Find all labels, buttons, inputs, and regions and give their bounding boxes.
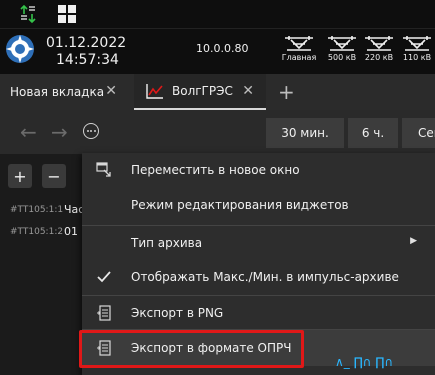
move-window-icon xyxy=(96,162,111,177)
forward-button[interactable]: → xyxy=(51,120,68,144)
close-icon[interactable]: ✕ xyxy=(242,83,254,99)
breaker-label: 220 кВ xyxy=(364,53,394,62)
breaker-icon xyxy=(403,36,431,51)
menu-item-label: Отображать Макс./Мин. в импульс-архиве xyxy=(131,270,399,284)
submenu-arrow-icon: ▶ xyxy=(410,236,417,246)
breaker-icon xyxy=(285,36,313,51)
breaker-main[interactable]: Главная xyxy=(279,34,319,70)
breaker-label: Главная xyxy=(281,53,317,62)
tab-label: ВолгГРЭС xyxy=(172,84,233,98)
remove-button[interactable]: − xyxy=(42,164,66,188)
menu-item-label: Тип архива xyxy=(131,236,203,250)
period-today-button[interactable]: Сег xyxy=(402,118,435,148)
time-display: 14:57:34 xyxy=(56,52,119,68)
menu-item-label: Экспорт в PNG xyxy=(131,306,224,320)
header: 01.12.2022 14:57:34 10.0.0.80 Главная 50… xyxy=(0,28,435,74)
top-strip xyxy=(0,0,435,28)
tab-new[interactable]: Новая вкладка ✕ xyxy=(0,74,129,110)
back-button[interactable]: ← xyxy=(20,120,37,144)
breaker-110kv[interactable]: 110 кВ xyxy=(397,34,435,70)
period-30min-button[interactable]: 30 мин. xyxy=(266,118,344,148)
breaker-label: 500 кВ xyxy=(327,53,357,62)
checkmark-icon xyxy=(97,271,111,283)
tab-label: Новая вкладка xyxy=(10,85,105,99)
menu-item-label: Режим редактирования виджетов xyxy=(131,198,349,212)
breaker-icon xyxy=(365,36,393,51)
toolbar: ← → 30 мин. 6 ч. Сег xyxy=(0,110,435,154)
left-panel: + − #TT105:1:1 Час #TT105:1:2 01 xyxy=(0,154,88,375)
breaker-500kv[interactable]: 500 кВ xyxy=(322,34,362,70)
menu-item-move-window[interactable]: Переместить в новое окно xyxy=(82,153,435,187)
more-options-button[interactable] xyxy=(83,123,99,139)
menu-item-archive-type[interactable]: Тип архива ▶ xyxy=(82,226,435,260)
grid-icon[interactable] xyxy=(58,5,76,23)
ip-address: 10.0.0.80 xyxy=(196,42,249,55)
row-value: 01 xyxy=(64,225,78,238)
period-6h-button[interactable]: 6 ч. xyxy=(348,118,398,148)
close-icon[interactable]: ✕ xyxy=(105,83,117,99)
tab-bar: Новая вкладка ✕ ВолгГРЭС ✕ + xyxy=(0,74,435,110)
tab-volggres[interactable]: ВолгГРЭС ✕ xyxy=(134,74,266,110)
breaker-icon xyxy=(328,36,356,51)
export-document-icon xyxy=(97,305,111,321)
chart-icon xyxy=(146,84,163,99)
row-id: #TT105:1:2 xyxy=(10,227,64,237)
menu-item-edit-widgets[interactable]: Режим редактирования виджетов xyxy=(82,188,435,222)
highlight-box xyxy=(79,330,304,368)
row-id: #TT105:1:1 xyxy=(10,205,64,215)
menu-item-show-max-min[interactable]: Отображать Макс./Мин. в импульс-архиве xyxy=(82,260,435,294)
add-tab-button[interactable]: + xyxy=(278,80,295,104)
menu-item-label: Переместить в новое окно xyxy=(131,163,300,177)
menu-item-export-png[interactable]: Экспорт в PNG xyxy=(82,296,435,330)
breaker-label: 110 кВ xyxy=(402,53,432,62)
chart-glimpse: ∧_ ∏∩ ∏∩ xyxy=(335,355,394,369)
breaker-220kv[interactable]: 220 кВ xyxy=(359,34,399,70)
sort-arrows-icon[interactable] xyxy=(20,4,36,24)
add-button[interactable]: + xyxy=(8,164,32,188)
logo-icon xyxy=(6,35,34,63)
date-display: 01.12.2022 xyxy=(46,35,127,51)
